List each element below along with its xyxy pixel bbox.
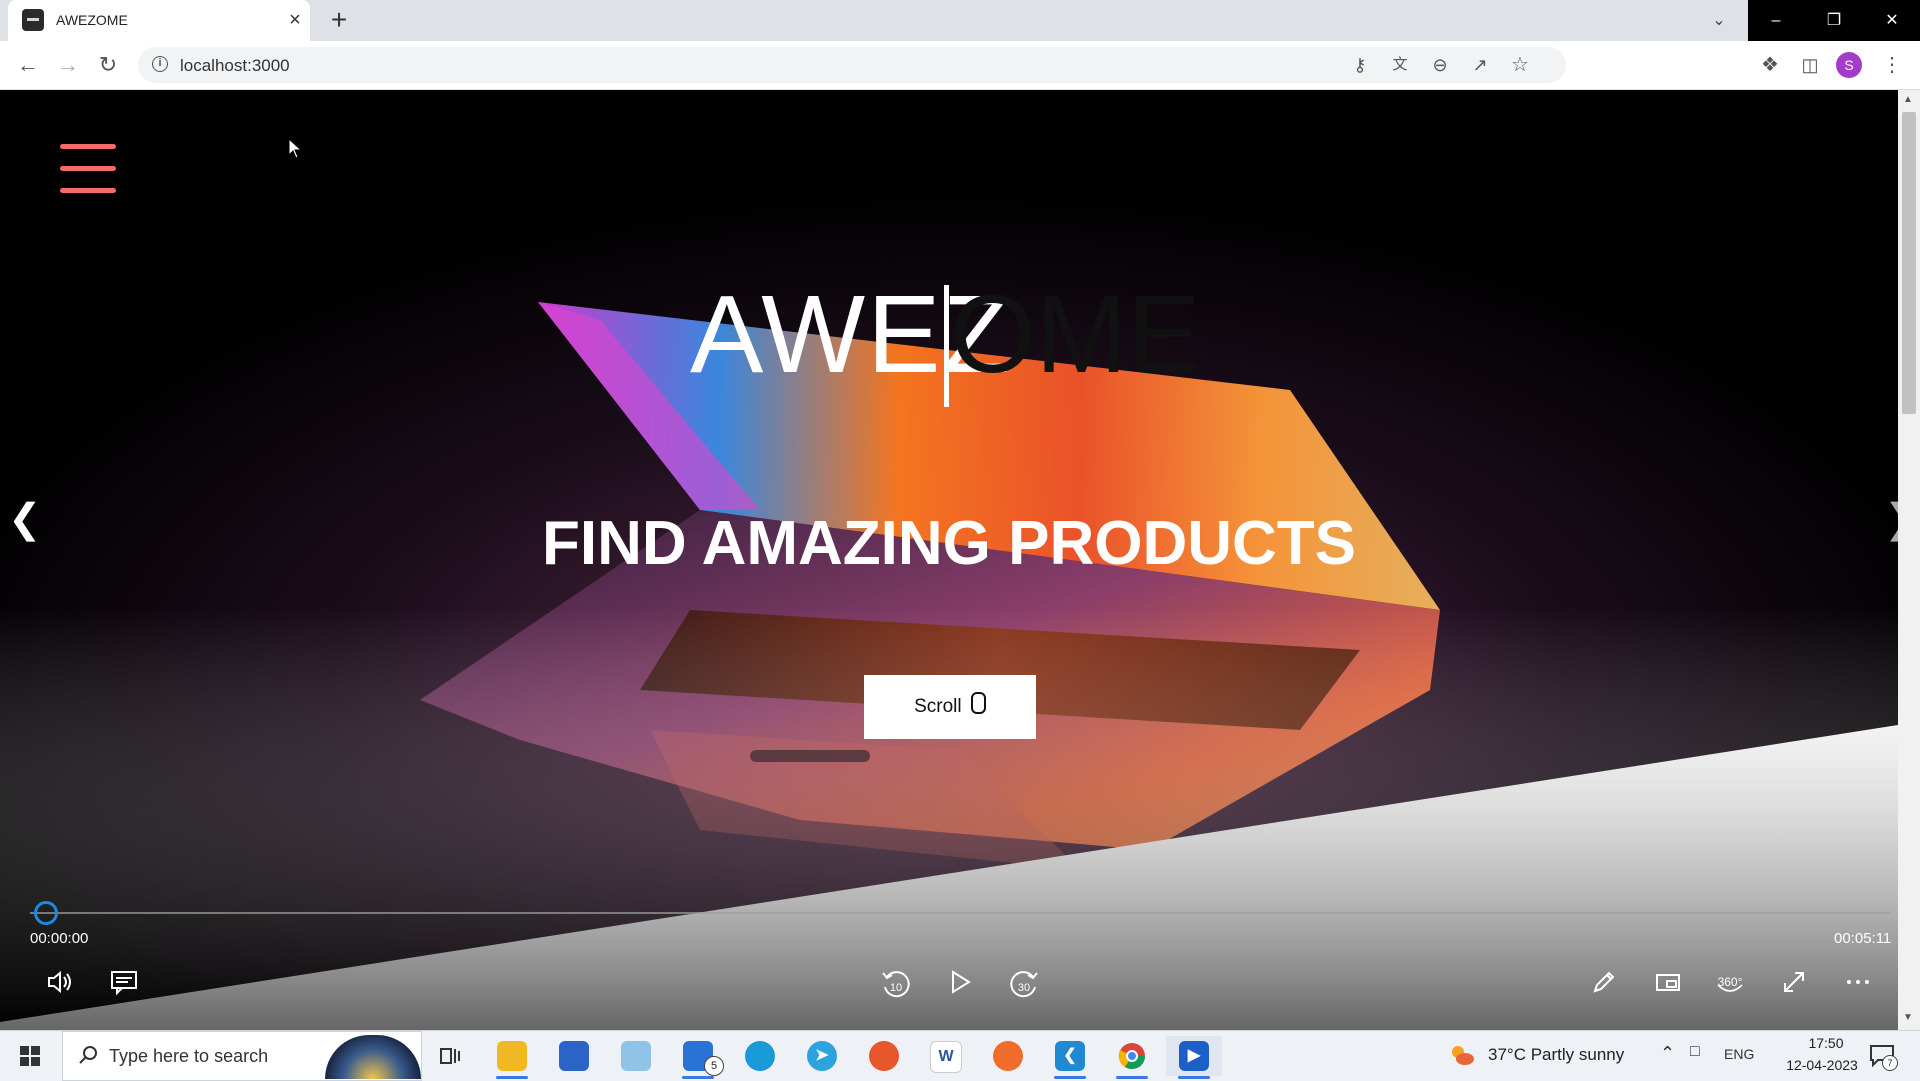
scroll-up-arrow-icon[interactable]: ▲ <box>1903 94 1913 105</box>
minimize-button[interactable]: – <box>1748 0 1804 41</box>
url-text[interactable]: localhost:3000 <box>180 56 290 76</box>
address-bar[interactable]: i localhost:3000 ⚷ 文 ⊖ ↗ ☆ <box>138 47 1566 83</box>
taskbar-search-box[interactable]: Type here to search <box>62 1031 422 1081</box>
window-controls: – ❐ ✕ <box>1748 0 1920 41</box>
firefox-icon[interactable] <box>856 1036 912 1076</box>
clock-date[interactable]: 12-04-2023 <box>1770 1057 1874 1073</box>
play-button[interactable] <box>940 963 980 1003</box>
tab-title: AWEZOME <box>56 12 128 28</box>
share-icon[interactable]: ↗ <box>1464 49 1496 81</box>
notepad-icon[interactable] <box>608 1036 664 1076</box>
current-time: 00:00:00 <box>30 930 89 947</box>
tab-search-chevron-icon[interactable]: ⌄ <box>1704 6 1734 36</box>
taskbar: Type here to search 5 ➤ W ❮ ▶ 37°C Partl… <box>0 1030 1920 1081</box>
seek-thumb[interactable] <box>34 901 58 925</box>
media-player-icon[interactable]: ▶ <box>1166 1036 1222 1079</box>
seek-bar[interactable] <box>30 912 1890 914</box>
profile-avatar[interactable]: S <box>1836 52 1862 78</box>
tab-strip: AWEZOME × + ⌄ – ❐ ✕ <box>0 0 1920 41</box>
extensions-puzzle-icon[interactable]: ❖ <box>1754 49 1786 81</box>
mouse-icon <box>970 692 986 714</box>
partly-sunny-weather-icon[interactable] <box>1448 1043 1476 1067</box>
fullscreen-icon[interactable] <box>1774 963 1814 1003</box>
mail-badge: 5 <box>704 1056 724 1076</box>
subtitles-icon[interactable] <box>104 963 144 1003</box>
input-language[interactable]: ENG <box>1724 1046 1754 1062</box>
word-app-icon[interactable]: W <box>918 1036 974 1076</box>
brand-title-ghost: OME <box>950 273 1201 396</box>
tab-favicon-icon <box>22 9 44 31</box>
forward-30-button[interactable]: 30 <box>1004 963 1044 1003</box>
total-time: 00:05:11 <box>1834 930 1892 947</box>
search-placeholder: Type here to search <box>109 1046 269 1066</box>
browser-tab[interactable]: AWEZOME × <box>8 0 310 41</box>
bookmark-star-icon[interactable]: ☆ <box>1504 49 1536 81</box>
scroll-button[interactable]: Scroll <box>864 675 1036 739</box>
new-tab-button[interactable]: + <box>324 6 354 36</box>
zoom-out-icon[interactable]: ⊖ <box>1424 49 1456 81</box>
search-highlight-art <box>325 1035 421 1079</box>
rewind-10-button[interactable]: 10 <box>876 963 916 1003</box>
page-viewport: ❮ ❯ AWEZ OME FIND AMAZING PRODUCTS Scrol… <box>0 90 1898 1030</box>
rewind-10-label: 10 <box>890 982 902 994</box>
file-explorer-icon[interactable] <box>484 1036 540 1079</box>
mail-icon[interactable]: 5 <box>670 1036 726 1079</box>
close-window-button[interactable]: ✕ <box>1864 0 1920 41</box>
scroll-down-arrow-icon[interactable]: ▼ <box>1903 1012 1913 1023</box>
network-icon[interactable]: □ <box>1690 1043 1700 1061</box>
more-options-icon[interactable] <box>1838 963 1878 1003</box>
key-icon[interactable]: ⚷ <box>1344 49 1376 81</box>
reload-icon[interactable]: ↻ <box>92 49 124 81</box>
forward-30-label: 30 <box>1018 982 1030 994</box>
tab-close-button[interactable]: × <box>284 8 306 32</box>
notification-center-icon[interactable]: 7 <box>1868 1043 1898 1071</box>
telegram-icon[interactable]: ➤ <box>794 1036 850 1076</box>
weather-text[interactable]: 37°C Partly sunny <box>1488 1045 1624 1065</box>
volume-icon[interactable] <box>40 963 80 1003</box>
mouse-pointer-icon <box>288 138 303 159</box>
hero-heading: FIND AMAZING PRODUCTS <box>542 509 1356 578</box>
windows-start-icon[interactable] <box>0 1031 60 1081</box>
translate-icon[interactable]: 文 <box>1384 49 1416 81</box>
view-360-icon[interactable]: 360° <box>1710 963 1750 1003</box>
clock-time[interactable]: 17:50 <box>1786 1035 1866 1051</box>
mini-player-icon[interactable] <box>1648 963 1688 1003</box>
task-view-icon[interactable] <box>422 1036 478 1076</box>
postman-icon[interactable] <box>980 1036 1036 1076</box>
tray-chevron-up-icon[interactable]: ⌃ <box>1660 1043 1675 1064</box>
microsoft-store-icon[interactable] <box>546 1036 602 1076</box>
site-info-icon[interactable]: i <box>152 56 168 72</box>
side-panel-icon[interactable]: ◫ <box>1794 49 1826 81</box>
restore-button[interactable]: ❐ <box>1806 0 1862 41</box>
scroll-button-label: Scroll <box>914 696 962 717</box>
search-icon <box>79 1046 97 1064</box>
typing-cursor <box>944 285 949 407</box>
scrollbar-thumb[interactable] <box>1902 112 1916 414</box>
notification-count: 7 <box>1882 1055 1898 1071</box>
forward-arrow-icon[interactable]: → <box>52 49 84 81</box>
back-arrow-icon[interactable]: ← <box>12 49 44 81</box>
hamburger-menu-icon[interactable] <box>60 144 116 194</box>
vscode-icon[interactable]: ❮ <box>1042 1036 1098 1079</box>
browser-menu-icon[interactable]: ⋮ <box>1876 49 1908 81</box>
pencil-edit-icon[interactable] <box>1584 963 1624 1003</box>
edge-icon[interactable] <box>732 1036 788 1076</box>
browser-toolbar: ← → ↻ i localhost:3000 ⚷ 文 ⊖ ↗ ☆ ❖ ◫ S ⋮ <box>0 41 1920 90</box>
chrome-icon[interactable] <box>1104 1036 1160 1079</box>
